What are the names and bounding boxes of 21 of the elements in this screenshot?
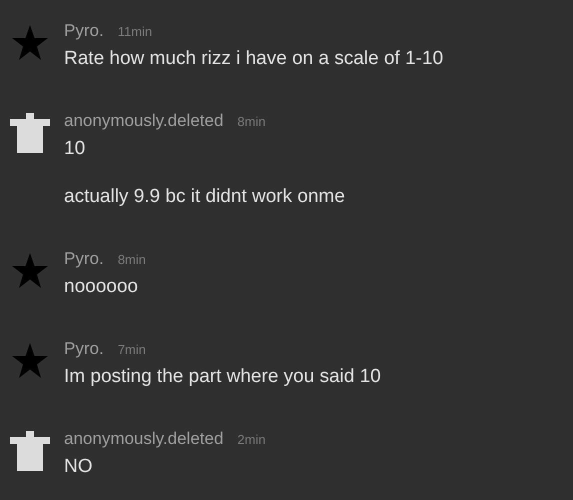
star-icon [10,23,50,63]
star-icon [10,251,50,291]
timestamp: 8min [118,252,146,267]
timestamp: 7min [118,342,146,357]
shirt-icon [10,113,50,153]
username[interactable]: anonymously.deleted [64,429,224,449]
timestamp: 2min [237,432,266,447]
timestamp: 8min [237,114,266,129]
timestamp: 11min [118,24,152,39]
username[interactable]: Pyro. [64,339,104,359]
comment-text: actually 9.9 bc it didnt work onme [64,185,345,209]
comment-text: NO [64,455,94,479]
username[interactable]: anonymously.deleted [64,111,224,131]
comment-text: Im posting the part where you said 10 [64,365,381,389]
comment-text: 10 [64,137,86,161]
username[interactable]: Pyro. [64,249,104,269]
shirt-icon [10,431,50,471]
comment-text: Rate how much rizz i have on a scale of 1-10 [64,47,444,71]
star-icon [10,341,50,381]
comment-text: noooooo [64,275,139,299]
username[interactable]: Pyro. [64,21,104,41]
